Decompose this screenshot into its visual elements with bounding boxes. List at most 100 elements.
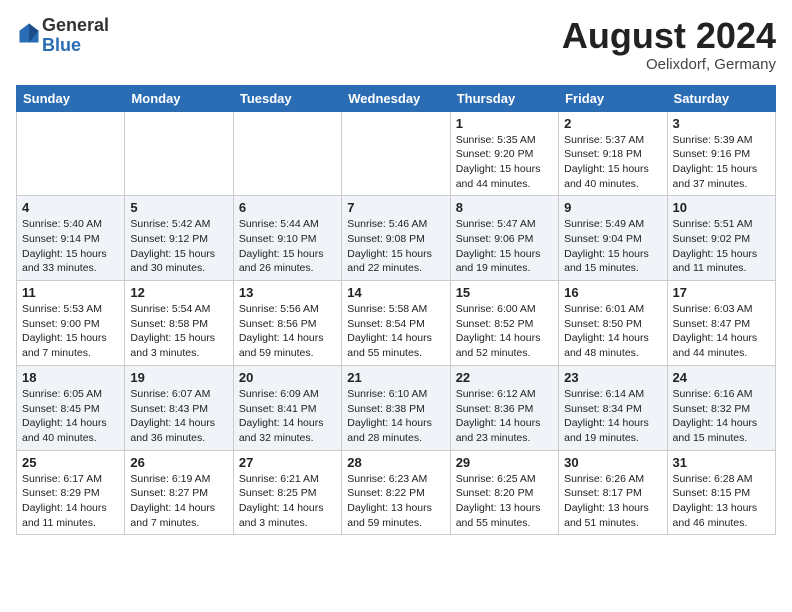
month-year-title: August 2024 [562, 16, 776, 56]
day-number: 13 [239, 285, 336, 300]
calendar-cell [233, 111, 341, 196]
calendar-cell: 14 Sunrise: 5:58 AM Sunset: 8:54 PM Dayli… [342, 281, 450, 366]
day-number: 25 [22, 455, 119, 470]
weekday-header-wednesday: Wednesday [342, 85, 450, 111]
day-info: Sunrise: 5:44 AM Sunset: 9:10 PM Dayligh… [239, 217, 336, 276]
day-number: 7 [347, 200, 444, 215]
day-number: 5 [130, 200, 227, 215]
logo-blue-text: Blue [42, 35, 81, 55]
day-info: Sunrise: 6:14 AM Sunset: 8:34 PM Dayligh… [564, 387, 661, 446]
day-info: Sunrise: 6:17 AM Sunset: 8:29 PM Dayligh… [22, 472, 119, 531]
weekday-header-monday: Monday [125, 85, 233, 111]
day-number: 3 [673, 116, 770, 131]
day-info: Sunrise: 5:39 AM Sunset: 9:16 PM Dayligh… [673, 133, 770, 192]
calendar-cell: 3 Sunrise: 5:39 AM Sunset: 9:16 PM Daylig… [667, 111, 775, 196]
day-info: Sunrise: 6:03 AM Sunset: 8:47 PM Dayligh… [673, 302, 770, 361]
day-info: Sunrise: 6:00 AM Sunset: 8:52 PM Dayligh… [456, 302, 553, 361]
calendar-cell: 18 Sunrise: 6:05 AM Sunset: 8:45 PM Dayli… [17, 365, 125, 450]
day-number: 27 [239, 455, 336, 470]
day-number: 1 [456, 116, 553, 131]
weekday-header-row: SundayMondayTuesdayWednesdayThursdayFrid… [17, 85, 776, 111]
calendar-cell: 6Sunrise: 5:44 AM Sunset: 9:10 PM Daylig… [233, 196, 341, 281]
day-info: Sunrise: 6:25 AM Sunset: 8:20 PM Dayligh… [456, 472, 553, 531]
day-info: Sunrise: 5:42 AM Sunset: 9:12 PM Dayligh… [130, 217, 227, 276]
day-info: Sunrise: 6:10 AM Sunset: 8:38 PM Dayligh… [347, 387, 444, 446]
calendar-cell: 1 Sunrise: 5:35 AM Sunset: 9:20 PM Daylig… [450, 111, 558, 196]
calendar-cell: 5 Sunrise: 5:42 AM Sunset: 9:12 PM Daylig… [125, 196, 233, 281]
day-number: 21 [347, 370, 444, 385]
weekday-header-tuesday: Tuesday [233, 85, 341, 111]
day-info: Sunrise: 6:12 AM Sunset: 8:36 PM Dayligh… [456, 387, 553, 446]
weekday-header-thursday: Thursday [450, 85, 558, 111]
calendar-cell: 12 Sunrise: 5:54 AM Sunset: 8:58 PM Dayli… [125, 281, 233, 366]
day-number: 17 [673, 285, 770, 300]
day-number: 26 [130, 455, 227, 470]
day-info: Sunrise: 5:49 AM Sunset: 9:04 PM Dayligh… [564, 217, 661, 276]
calendar-cell: 29Sunrise: 6:25 AM Sunset: 8:20 PM Dayli… [450, 450, 558, 535]
day-number: 16 [564, 285, 661, 300]
day-number: 30 [564, 455, 661, 470]
calendar-cell: 9Sunrise: 5:49 AM Sunset: 9:04 PM Daylig… [559, 196, 667, 281]
day-info: Sunrise: 5:37 AM Sunset: 9:18 PM Dayligh… [564, 133, 661, 192]
calendar-cell: 20 Sunrise: 6:09 AM Sunset: 8:41 PM Dayli… [233, 365, 341, 450]
day-info: Sunrise: 6:09 AM Sunset: 8:41 PM Dayligh… [239, 387, 336, 446]
calendar-cell: 19Sunrise: 6:07 AM Sunset: 8:43 PM Dayli… [125, 365, 233, 450]
day-info: Sunrise: 5:51 AM Sunset: 9:02 PM Dayligh… [673, 217, 770, 276]
logo: General Blue [16, 16, 109, 56]
day-number: 22 [456, 370, 553, 385]
calendar-table: SundayMondayTuesdayWednesdayThursdayFrid… [16, 85, 776, 536]
day-number: 4 [22, 200, 119, 215]
day-number: 18 [22, 370, 119, 385]
calendar-cell [342, 111, 450, 196]
page-header: General Blue August 2024 Oelixdorf, Germ… [16, 16, 776, 73]
day-info: Sunrise: 6:28 AM Sunset: 8:15 PM Dayligh… [673, 472, 770, 531]
day-info: Sunrise: 5:40 AM Sunset: 9:14 PM Dayligh… [22, 217, 119, 276]
day-info: Sunrise: 5:47 AM Sunset: 9:06 PM Dayligh… [456, 217, 553, 276]
day-number: 15 [456, 285, 553, 300]
day-info: Sunrise: 6:26 AM Sunset: 8:17 PM Dayligh… [564, 472, 661, 531]
day-number: 2 [564, 116, 661, 131]
weekday-header-sunday: Sunday [17, 85, 125, 111]
day-number: 12 [130, 285, 227, 300]
calendar-week-row: 25 Sunrise: 6:17 AM Sunset: 8:29 PM Dayli… [17, 450, 776, 535]
day-info: Sunrise: 6:01 AM Sunset: 8:50 PM Dayligh… [564, 302, 661, 361]
day-info: Sunrise: 5:35 AM Sunset: 9:20 PM Dayligh… [456, 133, 553, 192]
calendar-cell: 22 Sunrise: 6:12 AM Sunset: 8:36 PM Dayli… [450, 365, 558, 450]
calendar-cell: 10 Sunrise: 5:51 AM Sunset: 9:02 PM Dayli… [667, 196, 775, 281]
day-number: 11 [22, 285, 119, 300]
day-info: Sunrise: 5:56 AM Sunset: 8:56 PM Dayligh… [239, 302, 336, 361]
day-number: 14 [347, 285, 444, 300]
calendar-cell: 30 Sunrise: 6:26 AM Sunset: 8:17 PM Dayli… [559, 450, 667, 535]
day-info: Sunrise: 6:05 AM Sunset: 8:45 PM Dayligh… [22, 387, 119, 446]
day-info: Sunrise: 5:54 AM Sunset: 8:58 PM Dayligh… [130, 302, 227, 361]
day-info: Sunrise: 5:58 AM Sunset: 8:54 PM Dayligh… [347, 302, 444, 361]
calendar-cell: 11 Sunrise: 5:53 AM Sunset: 9:00 PM Dayli… [17, 281, 125, 366]
calendar-week-row: 11 Sunrise: 5:53 AM Sunset: 9:00 PM Dayli… [17, 281, 776, 366]
calendar-cell: 28Sunrise: 6:23 AM Sunset: 8:22 PM Dayli… [342, 450, 450, 535]
day-number: 20 [239, 370, 336, 385]
location-subtitle: Oelixdorf, Germany [562, 56, 776, 73]
day-info: Sunrise: 6:23 AM Sunset: 8:22 PM Dayligh… [347, 472, 444, 531]
calendar-cell: 15 Sunrise: 6:00 AM Sunset: 8:52 PM Dayli… [450, 281, 558, 366]
calendar-cell [17, 111, 125, 196]
day-info: Sunrise: 6:19 AM Sunset: 8:27 PM Dayligh… [130, 472, 227, 531]
day-info: Sunrise: 6:16 AM Sunset: 8:32 PM Dayligh… [673, 387, 770, 446]
day-number: 10 [673, 200, 770, 215]
day-info: Sunrise: 6:21 AM Sunset: 8:25 PM Dayligh… [239, 472, 336, 531]
day-info: Sunrise: 5:53 AM Sunset: 9:00 PM Dayligh… [22, 302, 119, 361]
weekday-header-saturday: Saturday [667, 85, 775, 111]
calendar-cell: 7Sunrise: 5:46 AM Sunset: 9:08 PM Daylig… [342, 196, 450, 281]
calendar-cell: 27 Sunrise: 6:21 AM Sunset: 8:25 PM Dayli… [233, 450, 341, 535]
calendar-cell: 23 Sunrise: 6:14 AM Sunset: 8:34 PM Dayli… [559, 365, 667, 450]
calendar-cell: 16 Sunrise: 6:01 AM Sunset: 8:50 PM Dayli… [559, 281, 667, 366]
weekday-header-friday: Friday [559, 85, 667, 111]
calendar-week-row: 1 Sunrise: 5:35 AM Sunset: 9:20 PM Daylig… [17, 111, 776, 196]
calendar-cell: 26 Sunrise: 6:19 AM Sunset: 8:27 PM Dayli… [125, 450, 233, 535]
logo-general-text: General [42, 15, 109, 35]
calendar-cell: 8Sunrise: 5:47 AM Sunset: 9:06 PM Daylig… [450, 196, 558, 281]
title-block: August 2024 Oelixdorf, Germany [562, 16, 776, 73]
generalblue-icon [18, 22, 40, 44]
calendar-cell: 24Sunrise: 6:16 AM Sunset: 8:32 PM Dayli… [667, 365, 775, 450]
day-number: 31 [673, 455, 770, 470]
day-number: 23 [564, 370, 661, 385]
